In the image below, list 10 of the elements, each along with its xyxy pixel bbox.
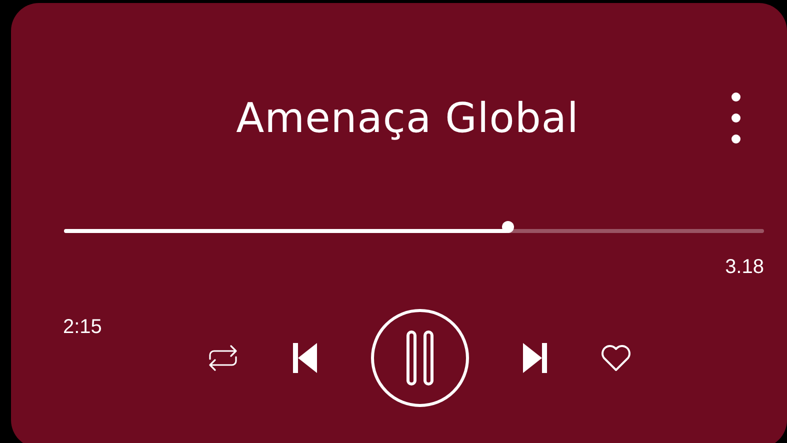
pause-icon (406, 330, 434, 386)
previous-track-icon[interactable] (293, 343, 317, 373)
next-track-icon[interactable] (523, 343, 547, 373)
duration-time: 3.18 (724, 256, 764, 279)
song-title: Amenaça Global (236, 94, 579, 142)
more-options-icon[interactable] (731, 92, 741, 144)
heart-icon[interactable] (601, 344, 631, 372)
play-pause-button[interactable] (371, 309, 469, 407)
elapsed-time: 2:15 (63, 316, 102, 339)
repeat-icon[interactable] (207, 342, 239, 374)
